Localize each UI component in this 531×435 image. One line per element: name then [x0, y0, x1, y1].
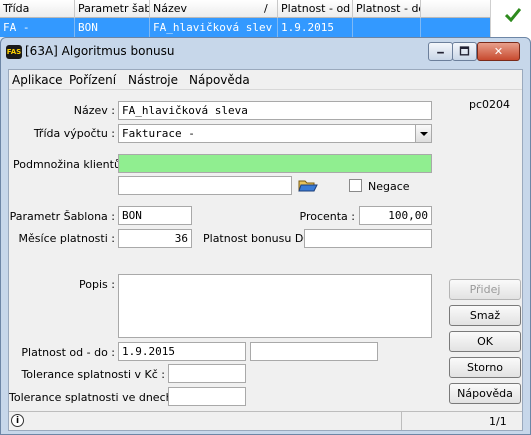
close-button[interactable]: ✕ — [477, 42, 520, 61]
napoveda-button[interactable]: Nápověda — [449, 383, 521, 404]
menu-aplikace[interactable]: Aplikace — [12, 73, 63, 87]
tolerance-kc-label: Tolerance splatnosti v Kč : — [21, 368, 165, 381]
popis-textarea[interactable] — [118, 274, 432, 338]
platnost-bonusu-label: Platnost bonusu DO: — [203, 232, 316, 245]
page-counter: 1/1 — [489, 415, 507, 428]
procenta-label: Procenta : — [299, 210, 356, 223]
app-logo-icon: FAS — [6, 45, 22, 59]
nazev-input[interactable]: FA_hlavičková sleva — [118, 101, 432, 120]
platnost-bonusu-input[interactable] — [304, 229, 432, 248]
grid-header-nazev[interactable]: Název — [150, 0, 260, 18]
tolerance-kc-input[interactable] — [168, 364, 246, 383]
negace-label: Negace — [368, 180, 410, 193]
negace-checkbox[interactable] — [349, 179, 362, 192]
ok-button[interactable]: OK — [449, 331, 521, 352]
dialog-client: Aplikace Pořízení Nástroje Nápověda pc02… — [8, 69, 523, 431]
info-icon: i — [11, 414, 24, 427]
cell-platnost-do — [353, 18, 421, 37]
check-icon[interactable] — [505, 8, 521, 22]
grid-header: Třída Parametr šab. Název / Platnost - o… — [0, 0, 490, 18]
status-bar: i 1/1 — [9, 411, 522, 430]
parametr-label: Parametr Šablona : — [9, 210, 115, 223]
storno-button[interactable]: Storno — [449, 357, 521, 378]
grid-header-platnost-od[interactable]: Platnost - od — [278, 0, 353, 18]
podmnozina-text-input[interactable] — [118, 176, 292, 195]
smaz-button[interactable]: Smaž — [449, 305, 521, 326]
mesice-label: Měsíce platnosti : — [18, 232, 115, 245]
podmnozina-input[interactable] — [118, 154, 432, 173]
platnost-label: Platnost od - do : — [21, 346, 115, 359]
table-row-selected[interactable]: FA - BON FA_hlavičková slev 1.9.2015 — [0, 18, 490, 37]
cell-trida: FA - — [0, 18, 75, 37]
menu-porizeni[interactable]: Pořízení — [69, 73, 116, 87]
title-bar[interactable]: FAS [63A] Algoritmus bonusu 🗕 🗖 ✕ — [1, 38, 530, 66]
tolerance-dny-label: Tolerance splatnosti ve dnech : — [9, 391, 180, 404]
side-toolbar — [490, 0, 531, 40]
grid-header-trida[interactable]: Třída — [0, 0, 75, 18]
nazev-label: Název : — [73, 104, 115, 117]
maximize-button[interactable]: 🗖 — [452, 42, 477, 61]
cell-parametr: BON — [75, 18, 150, 37]
trida-select-value: Fakturace - — [122, 127, 195, 140]
sort-indicator-icon: / — [262, 0, 278, 18]
mesice-input[interactable]: 36 — [118, 229, 192, 248]
minimize-button[interactable]: 🗕 — [428, 42, 453, 61]
platnost-od-input[interactable]: 1.9.2015 — [118, 342, 246, 361]
window-title: [63A] Algoritmus bonusu — [25, 44, 175, 58]
menu-napoveda[interactable]: Nápověda — [189, 73, 250, 87]
popis-label: Popis : — [79, 278, 115, 291]
platnost-do-input[interactable] — [250, 342, 378, 361]
grid-header-parametr[interactable]: Parametr šab. — [75, 0, 150, 18]
menu-bar: Aplikace Pořízení Nástroje Nápověda — [9, 70, 522, 90]
trida-select[interactable]: Fakturace - — [118, 124, 432, 143]
tolerance-dny-input[interactable] — [168, 387, 246, 406]
open-folder-icon[interactable] — [298, 177, 318, 193]
cell-platnost-od: 1.9.2015 — [278, 18, 353, 37]
trida-label: Třída výpočtu : — [33, 127, 115, 140]
menu-nastroje[interactable]: Nástroje — [128, 73, 178, 87]
procenta-input[interactable]: 100,00 — [359, 206, 432, 225]
dropdown-arrow-icon[interactable] — [415, 125, 431, 142]
status-divider — [401, 412, 402, 430]
podmnozina-label: Podmnožina klientů : — [13, 158, 129, 171]
dialog-window: FAS [63A] Algoritmus bonusu 🗕 🗖 ✕ Aplika… — [0, 37, 531, 435]
form-code: pc0204 — [469, 98, 511, 111]
grid-header-platnost-do[interactable]: Platnost - do — [353, 0, 421, 18]
parametr-input[interactable]: BON — [118, 206, 192, 225]
cell-nazev: FA_hlavičková slev — [150, 18, 278, 37]
pridej-button[interactable]: Přidej — [449, 279, 521, 300]
